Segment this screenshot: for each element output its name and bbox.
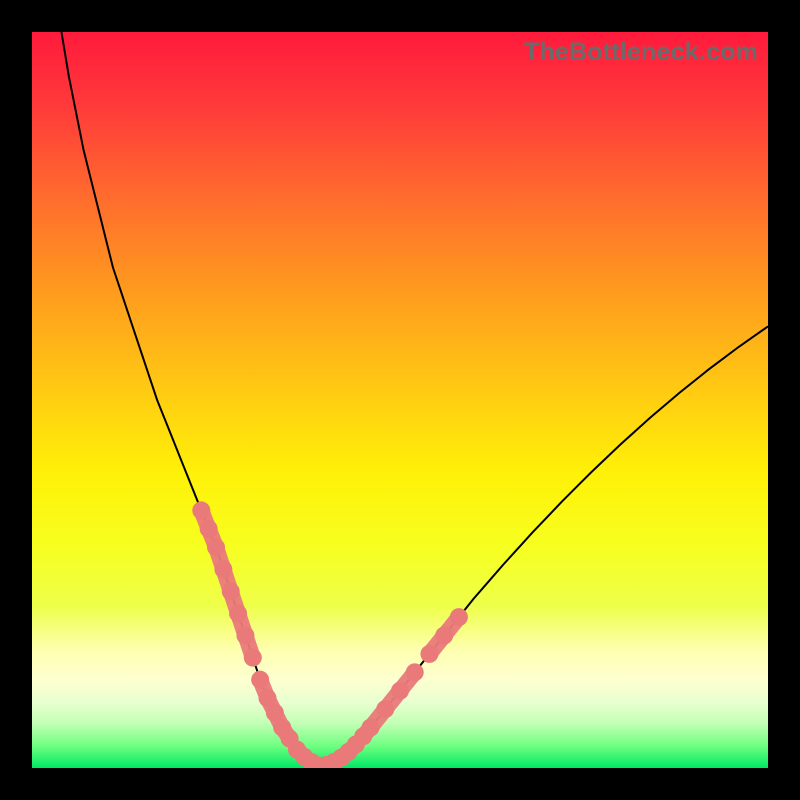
marker-dot bbox=[214, 560, 232, 578]
marker-dot bbox=[435, 627, 453, 645]
marker-dot bbox=[362, 719, 380, 737]
marker-dot bbox=[406, 663, 424, 681]
marker-dot bbox=[244, 649, 262, 667]
curve-left_curve bbox=[61, 32, 319, 766]
marker-dot bbox=[229, 604, 247, 622]
curve-layer bbox=[32, 32, 768, 768]
marker-dot bbox=[207, 538, 225, 556]
marker-dot bbox=[391, 682, 409, 700]
marker-dot bbox=[450, 608, 468, 626]
marker-dot bbox=[200, 520, 218, 538]
marker-dot bbox=[236, 627, 254, 645]
marker-dot bbox=[420, 645, 438, 663]
chart-container: TheBottleneck.com bbox=[0, 0, 800, 800]
marker-dot bbox=[251, 671, 269, 689]
marker-dot bbox=[192, 501, 210, 519]
plot-area: TheBottleneck.com bbox=[32, 32, 768, 768]
marker-dot bbox=[376, 700, 394, 718]
marker-dot bbox=[222, 582, 240, 600]
